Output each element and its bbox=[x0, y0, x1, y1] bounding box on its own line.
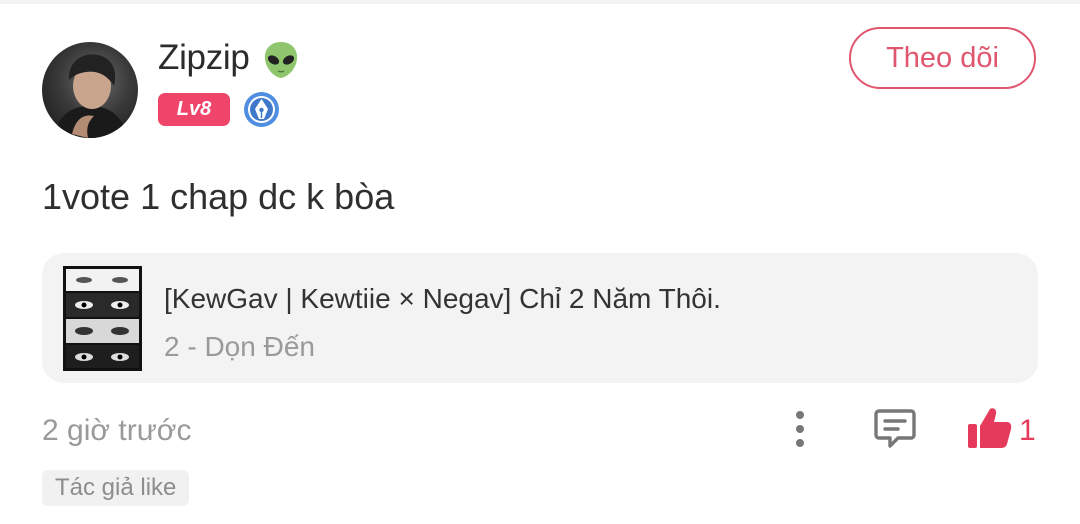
more-vertical-icon[interactable] bbox=[782, 408, 818, 450]
username[interactable]: Zipzip bbox=[158, 38, 250, 78]
pen-nib-badge-icon bbox=[244, 92, 279, 127]
follow-button[interactable]: Theo dõi bbox=[849, 27, 1036, 89]
avatar[interactable] bbox=[42, 42, 138, 138]
level-badge: Lv8 bbox=[158, 93, 230, 126]
comment-text: 1vote 1 chap dc k bòa bbox=[42, 176, 395, 217]
top-divider bbox=[0, 0, 1080, 4]
like-count: 1 bbox=[1019, 414, 1036, 447]
thumbs-up-icon[interactable] bbox=[966, 405, 1012, 451]
author-liked-tag: Tác giả like bbox=[42, 470, 190, 506]
alien-icon bbox=[264, 42, 298, 78]
reply-comment-icon[interactable] bbox=[873, 407, 917, 449]
chapter-subtitle: 2 - Dọn Đến bbox=[164, 331, 315, 362]
chapter-thumbnail bbox=[63, 266, 142, 371]
chapter-title: [KewGav | Kewtiie × Negav] Chỉ 2 Năm Thô… bbox=[164, 283, 721, 314]
chapter-link-card[interactable]: [KewGav | Kewtiie × Negav] Chỉ 2 Năm Thô… bbox=[42, 253, 1038, 383]
timestamp: 2 giờ trước bbox=[42, 414, 192, 447]
